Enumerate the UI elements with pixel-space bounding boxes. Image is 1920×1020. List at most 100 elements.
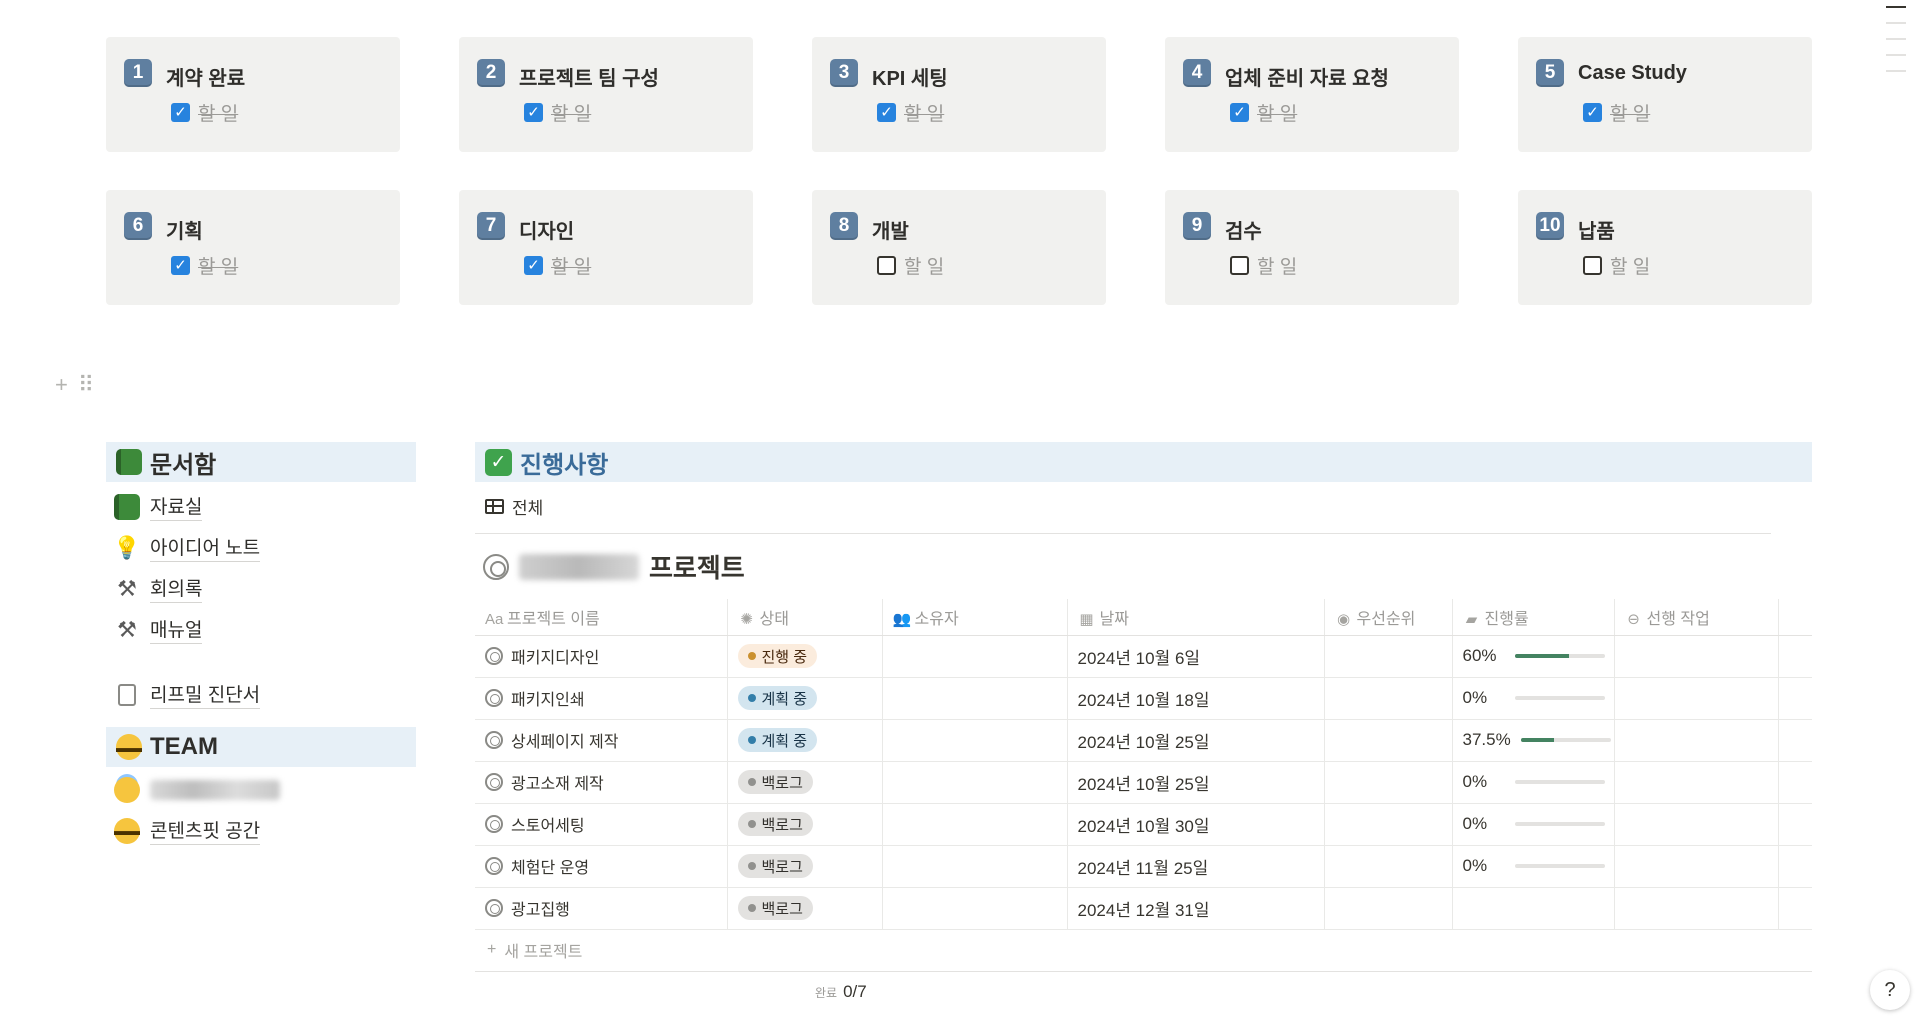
todo-item[interactable]: 할 일 [877,252,944,279]
help-button[interactable]: ? [1870,970,1910,1010]
sidebar-page-link[interactable]: ⚒ 회의록 [106,568,416,609]
owner-cell[interactable] [881,803,1067,846]
todo-item[interactable]: 할 일 [1230,252,1297,279]
checked-checkbox-icon[interactable]: ✓ [171,256,190,275]
unchecked-checkbox-icon[interactable] [877,256,896,275]
progress-cell[interactable]: 0% [1451,677,1614,720]
column-header[interactable]: Aa 프로젝트 이름 [475,599,727,636]
column-header[interactable]: ✺ 상태 [726,599,882,636]
sidebar-page-link[interactable] [106,769,416,810]
priority-cell[interactable] [1323,677,1452,720]
unchecked-checkbox-icon[interactable] [1230,256,1249,275]
priority-cell[interactable] [1323,761,1452,804]
owner-cell[interactable] [881,635,1067,678]
date-cell[interactable]: 2024년 12월 31일 [1066,887,1324,930]
predecessor-cell[interactable] [1613,887,1778,930]
new-project-button[interactable]: + 새 프로젝트 [475,930,1812,972]
drag-handle-icon[interactable]: ⠿ [78,372,94,398]
owner-cell[interactable] [881,761,1067,804]
predecessor-cell[interactable] [1613,677,1778,720]
date-cell[interactable]: 2024년 11월 25일 [1066,845,1324,888]
priority-cell[interactable] [1323,719,1452,762]
progress-cell[interactable]: 0% [1451,845,1614,888]
page-link-diagnosis[interactable]: 리프밀 진단서 [106,674,416,715]
status-cell[interactable]: 계획 중 [726,677,882,720]
add-block-icon[interactable]: + [55,372,68,398]
date-cell[interactable]: 2024년 10월 25일 [1066,761,1324,804]
date-cell[interactable]: 2024년 10월 25일 [1066,719,1324,762]
predecessor-cell[interactable] [1613,719,1778,762]
priority-cell[interactable] [1323,845,1452,888]
column-header[interactable]: 👥 소유자 [881,599,1067,636]
date-cell[interactable]: 2024년 10월 18일 [1066,677,1324,720]
status-cell[interactable]: 백로그 [726,887,882,930]
todo-item[interactable]: ✓ 할 일 [171,99,238,126]
table-row[interactable]: 패키지디자인 진행 중 2024년 10월 6일 60% [475,635,1812,678]
project-name-cell[interactable]: 패키지디자인 [475,635,727,678]
checked-checkbox-icon[interactable]: ✓ [877,103,896,122]
database-title[interactable]: 프로젝트 [483,548,1812,585]
project-name-cell[interactable]: 패키지인쇄 [475,677,727,720]
todo-item[interactable]: ✓ 할 일 [524,99,591,126]
checked-checkbox-icon[interactable]: ✓ [524,103,543,122]
project-name-cell[interactable]: 상세페이지 제작 [475,719,727,762]
block-handle[interactable]: + ⠿ [55,372,94,398]
predecessor-cell[interactable] [1613,803,1778,846]
priority-cell[interactable] [1323,635,1452,678]
toc-line[interactable] [1886,38,1906,40]
predecessor-cell[interactable] [1613,761,1778,804]
unchecked-checkbox-icon[interactable] [1583,256,1602,275]
project-name-cell[interactable]: 스토어세팅 [475,803,727,846]
toc-line[interactable] [1886,54,1906,56]
progress-cell[interactable] [1451,887,1614,930]
column-header[interactable]: ⊖ 선행 작업 [1613,599,1778,636]
progress-cell[interactable]: 37.5% [1451,719,1614,762]
column-header[interactable]: ◉ 우선순위 [1323,599,1452,636]
priority-cell[interactable] [1323,803,1452,846]
date-cell[interactable]: 2024년 10월 30일 [1066,803,1324,846]
project-name-cell[interactable]: 광고집행 [475,887,727,930]
date-cell[interactable]: 2024년 10월 6일 [1066,635,1324,678]
project-name-cell[interactable]: 광고소재 제작 [475,761,727,804]
sidebar-page-link[interactable]: ▬▬ 콘텐츠핏 공간 [106,810,416,851]
owner-cell[interactable] [881,677,1067,720]
predecessor-cell[interactable] [1613,845,1778,888]
toc-line[interactable] [1886,6,1906,8]
todo-item[interactable]: 할 일 [1583,252,1650,279]
status-cell[interactable]: 백로그 [726,803,882,846]
table-row[interactable]: 상세페이지 제작 계획 중 2024년 10월 25일 37.5% [475,719,1812,762]
table-row[interactable]: 광고소재 제작 백로그 2024년 10월 25일 0% [475,761,1812,804]
todo-item[interactable]: ✓ 할 일 [1583,99,1650,126]
table-row[interactable]: 체험단 운영 백로그 2024년 11월 25일 0% [475,845,1812,888]
checked-checkbox-icon[interactable]: ✓ [1583,103,1602,122]
table-row[interactable]: 패키지인쇄 계획 중 2024년 10월 18일 0% [475,677,1812,720]
status-cell[interactable]: 계획 중 [726,719,882,762]
todo-item[interactable]: ✓ 할 일 [171,252,238,279]
status-cell[interactable]: 백로그 [726,761,882,804]
view-tab-all[interactable]: 전체 [485,494,1812,519]
owner-cell[interactable] [881,887,1067,930]
todo-item[interactable]: ✓ 할 일 [877,99,944,126]
add-column[interactable] [1777,599,1812,636]
status-cell[interactable]: 백로그 [726,845,882,888]
predecessor-cell[interactable] [1613,635,1778,678]
toc-line[interactable] [1886,70,1906,72]
sidebar-page-link[interactable]: ⚒ 매뉴얼 [106,609,416,650]
sidebar-page-link[interactable]: 💡 아이디어 노트 [106,527,416,568]
owner-cell[interactable] [881,845,1067,888]
owner-cell[interactable] [881,719,1067,762]
status-cell[interactable]: 진행 중 [726,635,882,678]
toc-line[interactable] [1886,22,1906,24]
column-header[interactable]: ▰ 진행률 [1451,599,1614,636]
column-header[interactable]: ▦ 날짜 [1066,599,1324,636]
checked-checkbox-icon[interactable]: ✓ [171,103,190,122]
table-of-contents[interactable] [1886,6,1906,72]
todo-item[interactable]: ✓ 할 일 [524,252,591,279]
table-row[interactable]: 스토어세팅 백로그 2024년 10월 30일 0% [475,803,1812,846]
todo-item[interactable]: ✓ 할 일 [1230,99,1297,126]
progress-cell[interactable]: 0% [1451,803,1614,846]
project-name-cell[interactable]: 체험단 운영 [475,845,727,888]
checked-checkbox-icon[interactable]: ✓ [524,256,543,275]
checked-checkbox-icon[interactable]: ✓ [1230,103,1249,122]
progress-cell[interactable]: 0% [1451,761,1614,804]
